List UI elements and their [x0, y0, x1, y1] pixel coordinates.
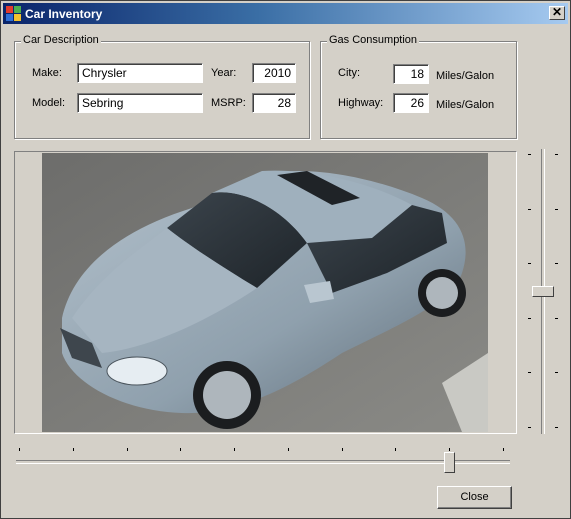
vertical-slider-tick — [555, 263, 558, 264]
car-description-title: Car Description — [21, 34, 101, 46]
horizontal-slider-tick — [342, 448, 343, 451]
highway-label: Highway: — [338, 97, 384, 109]
city-field[interactable]: 18 — [393, 64, 429, 84]
make-field[interactable]: Chrysler — [77, 63, 203, 83]
vertical-slider-tick — [528, 209, 531, 210]
horizontal-slider-tick — [449, 448, 450, 451]
vertical-slider-tick — [555, 154, 558, 155]
window-title: Car Inventory — [25, 7, 103, 21]
vertical-slider-tick — [528, 263, 531, 264]
make-label: Make: — [32, 67, 62, 79]
app-icon — [6, 6, 21, 21]
title-bar[interactable]: Car Inventory ✕ — [3, 3, 568, 24]
msrp-field[interactable]: 28 — [252, 93, 296, 113]
msrp-label: MSRP: — [211, 97, 246, 109]
horizontal-slider-tick — [395, 448, 396, 451]
horizontal-slider-tick — [503, 448, 504, 451]
car-picture-box — [14, 151, 517, 434]
close-button[interactable]: Close — [437, 486, 512, 509]
horizontal-slider-tick — [180, 448, 181, 451]
car-photo — [42, 153, 488, 432]
vertical-slider-tick — [555, 427, 558, 428]
close-window-button[interactable]: ✕ — [549, 6, 565, 20]
horizontal-slider-tick — [73, 448, 74, 451]
city-unit: Miles/Galon — [436, 70, 495, 82]
car-inventory-window: Car Inventory ✕ Car Description Make: Ch… — [0, 0, 571, 519]
vertical-slider-tick — [528, 427, 531, 428]
horizontal-slider-tick — [234, 448, 235, 451]
vertical-slider-tick — [528, 318, 531, 319]
horizontal-slider-tick — [19, 448, 20, 451]
model-field[interactable]: Sebring — [77, 93, 203, 113]
vertical-slider-tick — [528, 372, 531, 373]
gas-consumption-title: Gas Consumption — [327, 34, 420, 46]
model-label: Model: — [32, 97, 66, 109]
horizontal-slider-track[interactable] — [16, 460, 510, 464]
vertical-slider-tick — [555, 209, 558, 210]
vertical-slider-tick — [528, 154, 531, 155]
gas-consumption-group: Gas Consumption City: 18 Miles/Galon Hig… — [320, 34, 517, 139]
vertical-slider-tick — [555, 318, 558, 319]
year-field[interactable]: 2010 — [252, 63, 296, 83]
horizontal-slider-thumb[interactable] — [444, 452, 455, 473]
city-label: City: — [338, 67, 360, 79]
horizontal-slider-tick — [127, 448, 128, 451]
vertical-slider-thumb[interactable] — [532, 286, 554, 297]
highway-unit: Miles/Galon — [436, 99, 495, 111]
car-description-group: Car Description Make: Chrysler Year: 201… — [14, 34, 310, 139]
close-icon: ✕ — [551, 5, 563, 19]
horizontal-slider-tick — [288, 448, 289, 451]
vertical-slider-tick — [555, 372, 558, 373]
highway-field[interactable]: 26 — [393, 93, 429, 113]
year-label: Year: — [211, 67, 237, 79]
